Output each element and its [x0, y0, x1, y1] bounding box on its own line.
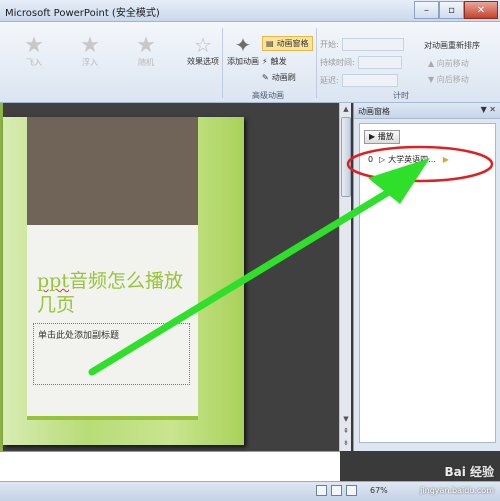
play-button[interactable]: ▶ 播放 — [364, 130, 400, 144]
pane-title: 动画窗格 — [358, 107, 390, 116]
animation-pane-label: 动画窗格 — [276, 39, 309, 48]
move-earlier-label: 向前移动 — [436, 59, 469, 68]
duration-input[interactable] — [357, 56, 402, 69]
group-label-advanced: 高级动画 — [252, 91, 284, 100]
effect-float-in-button[interactable]: ★ 浮入 — [74, 34, 106, 68]
start-select[interactable] — [341, 38, 404, 51]
slide-content-panel: ppt音频怎么播放几页 单击此处添加副标题 — [27, 117, 198, 420]
reorder-title: 对动画重新排序 — [424, 41, 480, 50]
notes-area[interactable] — [0, 451, 340, 481]
slide-title[interactable]: ppt音频怎么播放几页 — [37, 269, 197, 317]
zoom-level[interactable]: 67% — [370, 486, 388, 495]
minimize-button[interactable]: – — [414, 1, 439, 19]
move-later-label: 向后移动 — [436, 75, 469, 84]
close-button[interactable]: ✕ — [464, 1, 498, 19]
slide-editor: ppt音频怎么播放几页 单击此处添加副标题 — [3, 103, 340, 451]
slide-canvas[interactable]: ppt音频怎么播放几页 单击此处添加副标题 — [3, 117, 244, 445]
effect-options-button[interactable]: ☆ 效果选项 — [183, 34, 223, 67]
trigger-icon: ⚡ — [262, 57, 268, 66]
animation-list: ▶ 播放 0 ▷ 大学英语四... ▶ — [359, 123, 496, 443]
duration-row: 持续时间: — [320, 56, 402, 69]
star-icon: ★ — [24, 33, 44, 58]
effect-fly-in-button[interactable]: ★ 飞入 — [18, 34, 50, 68]
move-earlier-button[interactable]: ▲ 向前移动 — [428, 58, 469, 69]
duration-label: 持续时间: — [320, 58, 355, 67]
next-slide-icon[interactable]: ⇟ — [340, 437, 352, 449]
effect-random-button[interactable]: ★ 随机 — [130, 34, 162, 68]
normal-view-icon[interactable] — [316, 485, 327, 496]
group-label-timing: 计时 — [393, 91, 409, 100]
star-icon: ☆ — [194, 33, 212, 57]
scroll-down-icon[interactable]: ▼ — [340, 413, 352, 425]
subtitle-text: 单击此处添加副标题 — [38, 331, 120, 341]
window-title: Microsoft PowerPoint (安全模式) — [5, 8, 160, 19]
sorter-view-icon[interactable] — [331, 485, 342, 496]
decorative-stripe — [27, 416, 198, 420]
watermark-logo: Bai 经验 — [444, 465, 494, 479]
animation-painter-button[interactable]: ✎ 动画刷 — [262, 72, 296, 83]
trigger-button[interactable]: ⚡ 触发 — [262, 56, 287, 67]
add-animation-button[interactable]: ✦ 添加动画 — [225, 34, 261, 67]
delay-row: 延迟: — [320, 74, 398, 87]
pane-icon: ▤ — [266, 39, 274, 48]
timeline-marker-icon: ▶ — [442, 154, 449, 164]
delay-label: 延迟: — [320, 76, 339, 85]
window-controls: – ▫ ✕ — [414, 1, 498, 20]
animation-pane: 动画窗格 ▼ ✕ ▶ 播放 0 ▷ 大学英语四... ▶ — [353, 103, 500, 451]
star-icon: ★ — [136, 33, 156, 58]
ribbon: ★ 飞入 ★ 浮入 ★ 随机 ☆ 效果选项 ✦ 添加动画 ▤ 动画窗格 ⚡ 触发 — [0, 22, 500, 103]
start-label: 开始: — [320, 40, 339, 49]
effect-label: 飞入 — [26, 58, 42, 67]
effect-label: 随机 — [138, 58, 154, 67]
move-later-button[interactable]: ▼ 向后移动 — [428, 74, 469, 85]
effect-options-label: 效果选项 — [187, 57, 219, 66]
add-animation-label: 添加动画 — [227, 57, 259, 66]
title-bar: Microsoft PowerPoint (安全模式) – ▫ ✕ — [0, 0, 500, 22]
scroll-up-icon[interactable]: ▲ — [340, 103, 352, 115]
reading-view-icon[interactable] — [346, 485, 357, 496]
brush-icon: ✎ — [262, 73, 269, 82]
item-name: 大学英语四... — [388, 154, 436, 164]
effect-label: 浮入 — [82, 58, 98, 67]
down-arrow-icon: ▼ — [428, 75, 435, 84]
pane-close-icon[interactable]: ▼ ✕ — [481, 105, 496, 114]
subtitle-placeholder[interactable]: 单击此处添加副标题 — [33, 323, 190, 385]
animation-painter-label: 动画刷 — [271, 73, 296, 82]
prev-slide-icon[interactable]: ⇞ — [340, 425, 352, 437]
animation-pane-button[interactable]: ▤ 动画窗格 — [262, 36, 313, 51]
star-icon: ★ — [80, 33, 100, 58]
vertical-scrollbar[interactable]: ▲ ▼ ⇞ ⇟ — [339, 103, 351, 451]
scroll-thumb[interactable] — [341, 117, 351, 197]
ribbon-divider — [222, 28, 223, 98]
pane-header: 动画窗格 ▼ ✕ — [354, 103, 500, 119]
restore-button[interactable]: ▫ — [439, 1, 464, 19]
start-row: 开始: — [320, 38, 404, 51]
powerpoint-window: Microsoft PowerPoint (安全模式) – ▫ ✕ ★ 飞入 ★… — [0, 0, 500, 501]
watermark-url: jingyan.baidu.com — [420, 486, 494, 495]
trigger-label: 触发 — [270, 57, 287, 66]
item-number: 0 — [368, 154, 374, 164]
play-trigger-icon: ▷ — [379, 154, 386, 164]
delay-input[interactable] — [341, 74, 398, 87]
slide-picture[interactable] — [27, 117, 198, 225]
ribbon-divider — [316, 28, 317, 98]
add-star-icon: ✦ — [234, 33, 252, 57]
title-prefix: ppt — [37, 270, 69, 292]
up-arrow-icon: ▲ — [428, 59, 435, 68]
animation-item[interactable]: 0 ▷ 大学英语四... ▶ — [368, 152, 492, 166]
